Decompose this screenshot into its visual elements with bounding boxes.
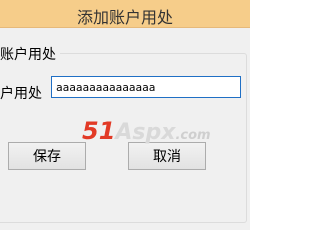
title-bar[interactable]: 添加账户用处: [0, 0, 250, 28]
window-title: 添加账户用处: [76, 8, 173, 27]
site-watermark: 51Aspx.com: [82, 119, 211, 144]
save-button[interactable]: 保存: [8, 142, 86, 170]
add-account-purpose-dialog: 添加账户用处 账户用处 户用处 保存 取消 51Aspx.com: [0, 0, 250, 230]
watermark-number: 51: [82, 117, 116, 145]
purpose-field-label: 户用处: [0, 86, 42, 102]
watermark-tld: .com: [175, 128, 211, 143]
group-box-label: 账户用处: [0, 44, 60, 64]
watermark-brand: Aspx: [115, 120, 176, 145]
dialog-body: 账户用处 户用处 保存 取消 51Aspx.com: [0, 28, 250, 230]
cancel-button[interactable]: 取消: [128, 142, 206, 170]
purpose-input[interactable]: [51, 76, 241, 98]
